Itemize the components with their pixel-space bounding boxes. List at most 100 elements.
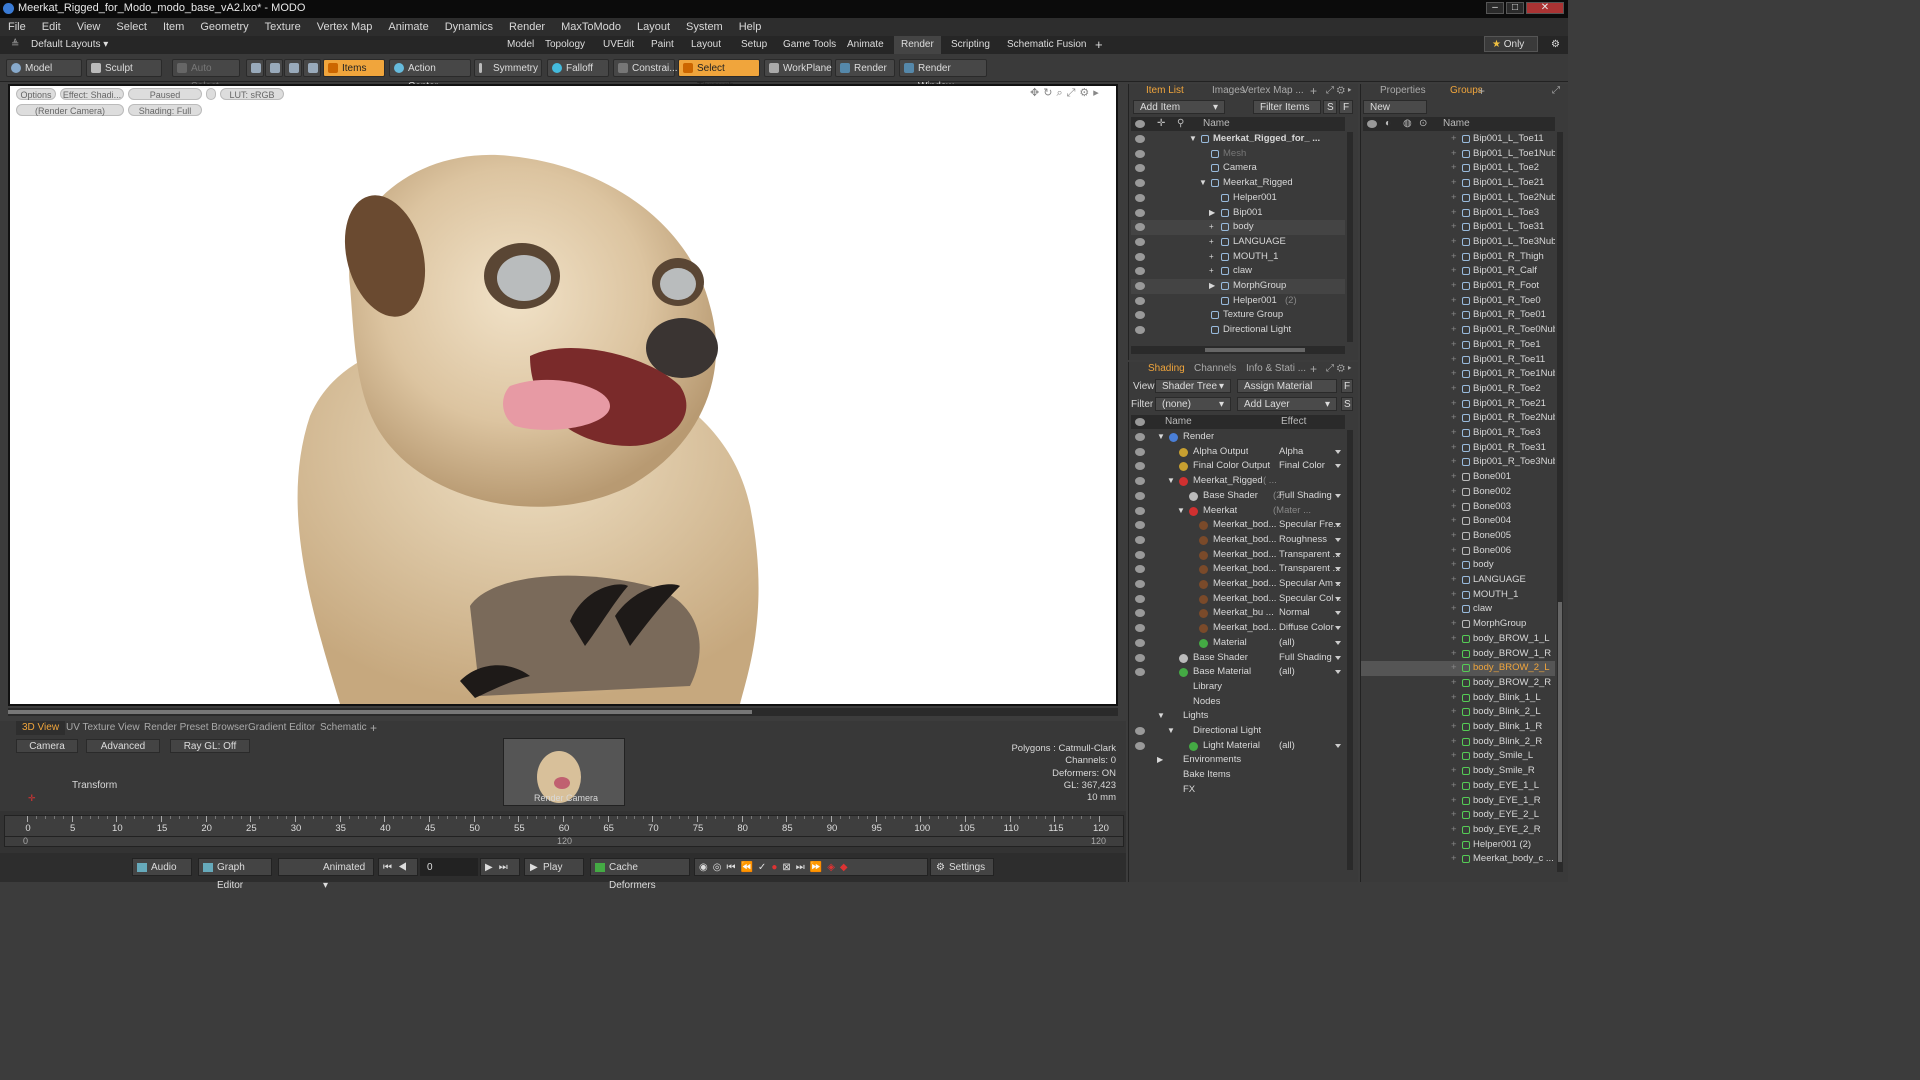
record-icon[interactable]: ● — [771, 862, 782, 873]
eye-icon[interactable] — [1135, 609, 1145, 618]
expand-icon[interactable]: + — [1451, 147, 1457, 162]
menu-texture[interactable]: Texture — [257, 18, 309, 36]
itemlist-scrollbar[interactable] — [1347, 132, 1353, 342]
menu-view[interactable]: View — [69, 18, 109, 36]
item-list-row[interactable]: Helper001 (2) — [1131, 294, 1345, 309]
group-row[interactable]: + Bip001_R_Toe1 — [1361, 338, 1555, 353]
item-list-row[interactable]: Mesh — [1131, 147, 1345, 162]
groups-scrollbar[interactable] — [1557, 132, 1563, 872]
expand-icon[interactable]: + — [1451, 176, 1457, 191]
chevron-down-icon[interactable] — [1335, 523, 1341, 528]
itemlist-hscrollbar[interactable] — [1131, 346, 1345, 354]
shader-tree-row[interactable]: Meerkat_bod... Specular Fre... — [1131, 518, 1345, 533]
group-row[interactable]: + Bone006 — [1361, 544, 1555, 559]
expand-icon[interactable]: + — [1209, 250, 1214, 265]
chevron-down-icon[interactable] — [1335, 626, 1341, 631]
camera-thumbnail[interactable]: Render Camera — [503, 738, 625, 806]
group-row[interactable]: + Bip001_L_Toe2Nub — [1361, 191, 1555, 206]
minimize-icon[interactable]: – — [1486, 2, 1504, 14]
eye-icon[interactable] — [1135, 135, 1145, 143]
shader-tree-row[interactable]: Meerkat_bod... Roughness — [1131, 533, 1345, 548]
item-list-row[interactable]: ▼ Meerkat_Rigged — [1131, 176, 1345, 191]
groups-tab-properties[interactable]: Properties — [1375, 84, 1431, 98]
eye-icon[interactable] — [1135, 624, 1145, 633]
timeline[interactable]: 0 5 10 15 20 25 30 35 40 45 50 55 60 65 70 75 80 85 90 95 10… — [0, 811, 1126, 853]
layout-tab-model[interactable]: Model — [500, 36, 541, 54]
expand-icon[interactable]: + — [1451, 558, 1457, 573]
menu-select[interactable]: Select — [108, 18, 155, 36]
shading-panel-icons[interactable]: ⤢ ⚙ ▸ — [1321, 362, 1357, 376]
assign-material-button[interactable]: Assign Material — [1237, 379, 1337, 393]
items-mode-button[interactable]: Items — [323, 59, 385, 77]
expand-icon[interactable]: + — [1451, 250, 1457, 265]
expand-icon[interactable]: + — [1451, 544, 1457, 559]
expand-icon[interactable]: + — [1451, 676, 1457, 691]
group-row[interactable]: + Bone001 — [1361, 470, 1555, 485]
expand-icon[interactable]: + — [1451, 470, 1457, 485]
group-row[interactable]: + body_Smile_L — [1361, 749, 1555, 764]
group-row[interactable]: + claw — [1361, 602, 1555, 617]
group-row[interactable]: + LANGUAGE — [1361, 573, 1555, 588]
expand-icon[interactable]: + — [1451, 323, 1457, 338]
group-row[interactable]: + Bip001_L_Toe31 — [1361, 220, 1555, 235]
menu-system[interactable]: System — [678, 18, 731, 36]
viewport-shading-button[interactable]: Shading: Full — [128, 104, 202, 116]
expand-icon[interactable]: ▼ — [1199, 176, 1207, 191]
expand-icon[interactable]: ▶ — [1157, 753, 1163, 768]
effect-dropdown[interactable]: Specular Col ... — [1279, 592, 1341, 607]
group-row[interactable]: + Bip001_R_Thigh — [1361, 250, 1555, 265]
menu-animate[interactable]: Animate — [380, 18, 436, 36]
expand-icon[interactable]: + — [1451, 691, 1457, 706]
eye-icon[interactable] — [1135, 433, 1145, 441]
group-row[interactable]: + body_BROW_2_R — [1361, 676, 1555, 691]
eye-icon[interactable] — [1135, 208, 1145, 217]
expand-icon[interactable]: + — [1451, 279, 1457, 294]
effect-dropdown[interactable]: (all) — [1279, 636, 1341, 651]
expand-icon[interactable]: + — [1451, 397, 1457, 412]
shading-tab-info-stati-[interactable]: Info & Stati ... — [1241, 362, 1311, 376]
menu-file[interactable]: File — [0, 18, 34, 36]
shader-tree-row[interactable]: Nodes — [1131, 695, 1345, 710]
shader-tree-row[interactable]: Bake Items — [1131, 768, 1345, 783]
effect-dropdown[interactable]: Diffuse Color — [1279, 621, 1341, 636]
group-row[interactable]: + Bip001_L_Toe1Nub — [1361, 147, 1555, 162]
viewport-lut-button[interactable]: LUT: sRGB — [220, 88, 284, 100]
item-list-row[interactable]: Helper001 — [1131, 191, 1345, 206]
chevron-down-icon[interactable] — [1335, 552, 1341, 557]
audio-button[interactable]: Audio — [132, 858, 192, 876]
group-row[interactable]: + body_BROW_2_L — [1361, 661, 1555, 676]
group-row[interactable]: + Bone003 — [1361, 500, 1555, 515]
expand-icon[interactable]: + — [1451, 191, 1457, 206]
expand-icon[interactable]: + — [1451, 500, 1457, 515]
expand-icon[interactable]: + — [1451, 411, 1457, 426]
constraints-button[interactable]: Constrai... — [613, 59, 678, 77]
group-row[interactable]: + MOUTH_1 — [1361, 588, 1555, 603]
expand-icon[interactable]: + — [1451, 308, 1457, 323]
shader-tree-row[interactable]: Material (all) — [1131, 636, 1345, 651]
chevron-down-icon[interactable] — [1335, 464, 1341, 469]
menu-render[interactable]: Render — [501, 18, 553, 36]
select-through-button[interactable]: Select Through — [678, 59, 760, 92]
expand-icon[interactable]: + — [1451, 294, 1457, 309]
settings-button[interactable]: ⚙ Settings — [930, 858, 994, 876]
effect-dropdown[interactable]: (all) — [1279, 665, 1341, 680]
only-button[interactable]: ★ Only — [1484, 36, 1538, 52]
key-icon[interactable]: ◉ — [699, 862, 713, 873]
group-row[interactable]: + Bip001_R_Toe0Nub — [1361, 323, 1555, 338]
group-row[interactable]: + Bip001_L_Toe21 — [1361, 176, 1555, 191]
render-window-button[interactable]: Render Window — [899, 59, 987, 92]
expand-icon[interactable]: + — [1451, 838, 1457, 853]
expand-icon[interactable]: + — [1451, 573, 1457, 588]
expand-icon[interactable]: + — [1451, 588, 1457, 603]
delete-key-icon[interactable]: ⊠ — [782, 862, 795, 873]
timeline-ruler[interactable]: 0 5 10 15 20 25 30 35 40 45 50 55 60 65 70 75 80 85 90 95 10… — [4, 815, 1124, 847]
group-row[interactable]: + body_BROW_1_L — [1361, 632, 1555, 647]
viewport-snapshot-icon[interactable] — [206, 88, 216, 100]
chevron-down-icon[interactable] — [1335, 611, 1341, 616]
expand-icon[interactable]: + — [1451, 749, 1457, 764]
group-row[interactable]: + body_EYE_2_R — [1361, 823, 1555, 838]
eye-icon[interactable] — [1135, 237, 1145, 246]
step-forward-controls[interactable]: ▶⏭ — [480, 858, 520, 876]
layout-tab-paint[interactable]: Paint — [644, 36, 681, 54]
cache-deformers-button[interactable]: Cache Deformers — [590, 858, 690, 891]
